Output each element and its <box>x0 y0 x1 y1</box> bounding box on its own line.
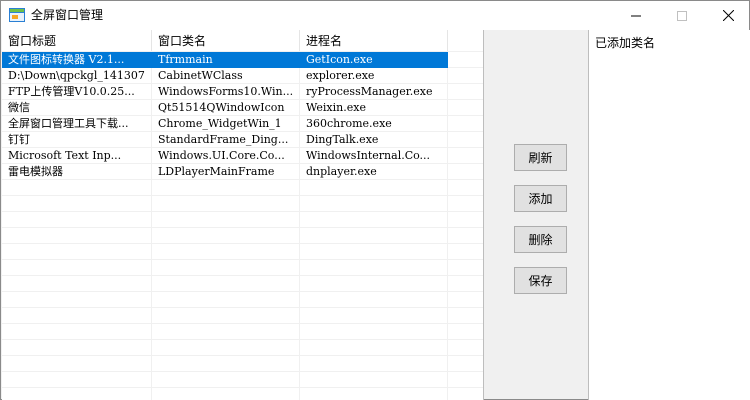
added-class-list[interactable]: 已添加类名 <box>588 30 750 400</box>
cell-window-title: 全屏窗口管理工具下载... <box>8 117 129 130</box>
added-class-list-header: 已添加类名 <box>595 36 656 50</box>
window-list[interactable]: 窗口标题 窗口类名 进程名 文件图标转换器 V2.1... Tfrmmain Get… <box>2 30 484 400</box>
column-header-filler <box>448 30 483 52</box>
cell-window-title: 钉钉 <box>8 133 30 146</box>
cell-class-name: WindowsForms10.Win... <box>158 85 294 98</box>
grid-hline <box>2 259 483 260</box>
table-row[interactable]: 雷电模拟器 LDPlayerMainFrame dnplayer.exe <box>2 164 448 180</box>
cell-class-name: Windows.UI.Core.Co... <box>158 149 285 162</box>
cell-process-name: GetIcon.exe <box>306 53 373 66</box>
add-button[interactable]: 添加 <box>514 185 567 212</box>
cell-process-name: dnplayer.exe <box>306 165 377 178</box>
grid-hline <box>2 307 483 308</box>
app-window: 全屏窗口管理 窗口标题 窗口类名 进程名 文件图标转换器 V2.1... Tfrm… <box>0 0 750 400</box>
grid-hline <box>2 195 483 196</box>
minimize-button[interactable] <box>613 1 659 30</box>
cell-process-name: DingTalk.exe <box>306 133 379 146</box>
cell-window-title: FTP上传管理V10.0.25... <box>8 85 135 98</box>
grid-hline <box>2 387 483 388</box>
close-button[interactable] <box>705 1 750 30</box>
list-header: 窗口标题 窗口类名 进程名 <box>2 30 483 52</box>
delete-button[interactable]: 删除 <box>514 226 567 253</box>
cell-process-name: WindowsInternal.Co... <box>306 149 431 162</box>
cell-class-name: Chrome_WidgetWin_1 <box>158 117 282 130</box>
cell-class-name: StandardFrame_Ding... <box>158 133 289 146</box>
cell-process-name: 360chrome.exe <box>306 117 392 130</box>
table-row[interactable]: FTP上传管理V10.0.25... WindowsForms10.Win... r… <box>2 84 448 100</box>
close-icon <box>722 10 734 21</box>
maximize-icon <box>677 10 687 21</box>
cell-class-name: CabinetWClass <box>158 69 243 82</box>
grid-hline <box>2 275 483 276</box>
app-icon <box>9 8 25 22</box>
refresh-button[interactable]: 刷新 <box>514 144 567 171</box>
maximize-button[interactable] <box>659 1 705 30</box>
grid-hline <box>2 227 483 228</box>
grid-hline <box>2 371 483 372</box>
save-button[interactable]: 保存 <box>514 267 567 294</box>
grid-hline <box>2 355 483 356</box>
cell-process-name: Weixin.exe <box>306 101 366 114</box>
column-header-class-name[interactable]: 窗口类名 <box>152 30 300 52</box>
cell-window-title: 文件图标转换器 V2.1... <box>8 53 125 66</box>
grid-hline <box>2 339 483 340</box>
list-rows: 文件图标转换器 V2.1... Tfrmmain GetIcon.exe D:\Dow… <box>2 52 483 180</box>
cell-process-name: explorer.exe <box>306 69 375 82</box>
cell-window-title: Microsoft Text Inp... <box>8 149 122 162</box>
grid-hline <box>2 291 483 292</box>
cell-window-title: D:\Down\qpckgl_141307 <box>8 69 145 82</box>
column-header-process-name[interactable]: 进程名 <box>300 30 448 52</box>
table-row[interactable]: 全屏窗口管理工具下载... Chrome_WidgetWin_1 360chrome… <box>2 116 448 132</box>
cell-window-title: 雷电模拟器 <box>8 165 63 178</box>
table-row[interactable]: 微信 Qt51514QWindowIcon Weixin.exe <box>2 100 448 116</box>
table-row[interactable]: 钉钉 StandardFrame_Ding... DingTalk.exe <box>2 132 448 148</box>
cell-class-name: Tfrmmain <box>158 53 213 66</box>
window-title: 全屏窗口管理 <box>31 8 104 22</box>
title-bar[interactable]: 全屏窗口管理 <box>1 1 749 30</box>
minimize-icon <box>631 15 641 16</box>
cell-class-name: LDPlayerMainFrame <box>158 165 275 178</box>
grid-hline <box>2 243 483 244</box>
table-row[interactable]: Microsoft Text Inp... Windows.UI.Core.Co.… <box>2 148 448 164</box>
cell-window-title: 微信 <box>8 101 30 114</box>
cell-process-name: ryProcessManager.exe <box>306 85 433 98</box>
table-row[interactable]: 文件图标转换器 V2.1... Tfrmmain GetIcon.exe <box>2 52 448 68</box>
cell-class-name: Qt51514QWindowIcon <box>158 101 285 114</box>
table-row[interactable]: D:\Down\qpckgl_141307 CabinetWClass explor… <box>2 68 448 84</box>
grid-hline <box>2 211 483 212</box>
column-header-window-title[interactable]: 窗口标题 <box>2 30 152 52</box>
grid-hline <box>2 323 483 324</box>
